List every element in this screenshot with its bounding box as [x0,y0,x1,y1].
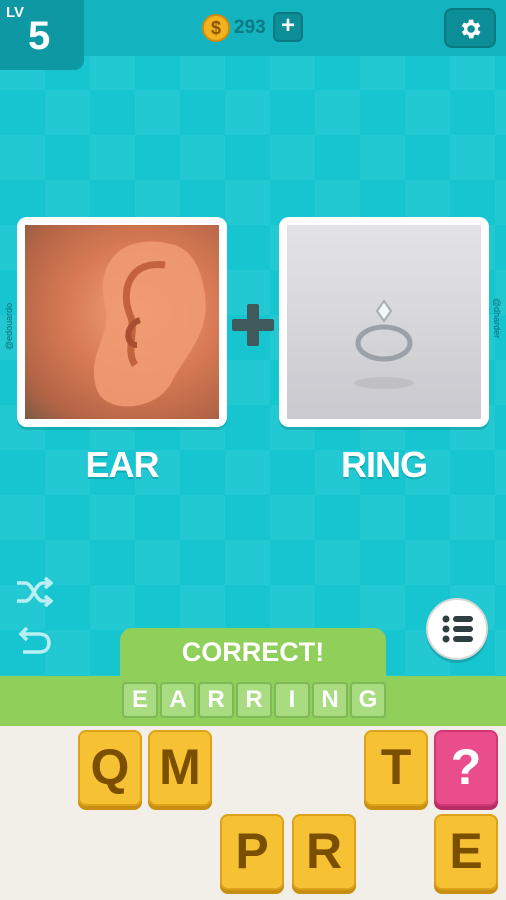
letter-key-p[interactable]: P [220,814,284,890]
answer-tiles: E A R R I N G [122,682,386,718]
list-icon [442,615,473,643]
undo-icon [18,626,51,654]
ring-photo [287,225,481,419]
answer-letter: A [160,682,196,718]
coin-icon: $ [202,14,230,42]
answer-letter: E [122,682,158,718]
letter-key-t[interactable]: T [364,730,428,806]
ear-photo [25,225,219,419]
left-word-label: EAR [85,444,159,485]
gear-icon [461,19,481,39]
right-word-label: RING [341,444,428,485]
shuffle-button[interactable] [14,574,54,614]
answer-letter: I [274,682,310,718]
right-photo-credit: @dharder [492,298,502,339]
plus-icon [232,304,274,346]
menu-list-button[interactable] [426,598,488,660]
settings-button[interactable] [444,8,496,48]
left-photo-credit: @edouardo [4,302,14,350]
shuffle-icon [17,576,54,608]
answer-letter: R [236,682,272,718]
undo-button[interactable] [14,624,54,664]
ring-picture-card [279,217,489,427]
letter-key-r[interactable]: R [292,814,356,890]
hint-button[interactable]: ? [434,730,498,806]
letter-key-q[interactable]: Q [78,730,142,806]
answer-letter: G [350,682,386,718]
level-number: 5 [28,14,51,58]
add-coins-button[interactable]: + [273,12,303,42]
correct-status: CORRECT! [120,628,386,680]
ear-picture-card [17,217,227,427]
letter-key-e[interactable]: E [434,814,498,890]
coin-count: 293 [234,17,266,38]
level-badge: LV 5 [0,0,84,70]
level-label: LV [6,4,25,21]
answer-letter: R [198,682,234,718]
answer-letter: N [312,682,348,718]
letter-key-m[interactable]: M [148,730,212,806]
